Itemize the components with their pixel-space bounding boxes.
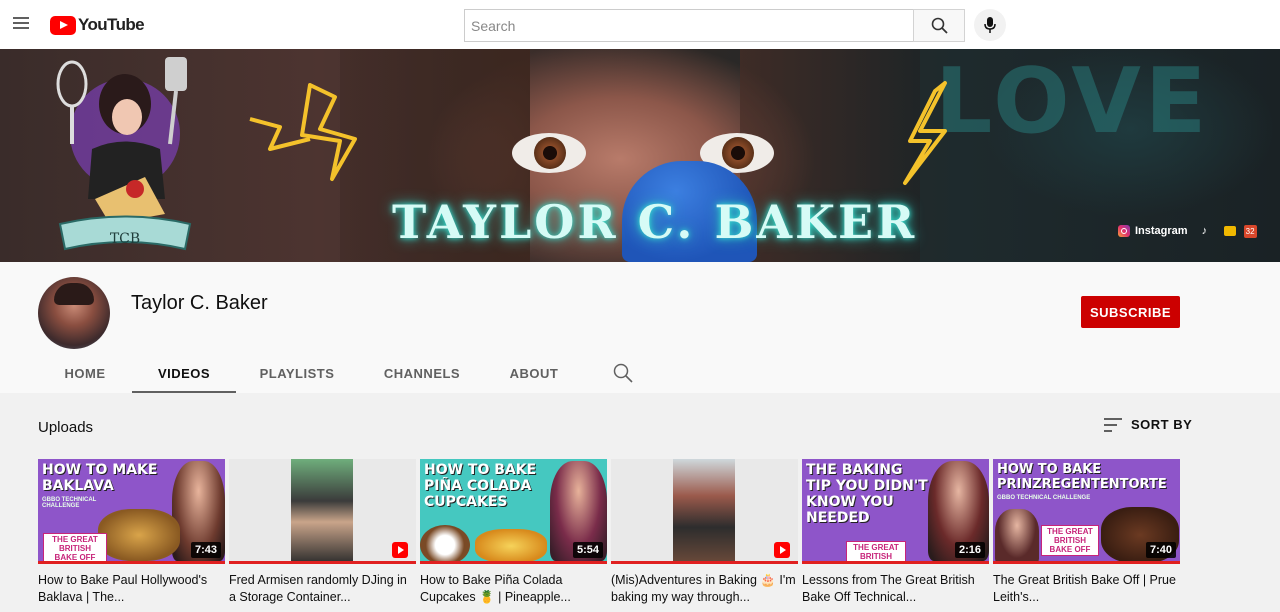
thumbnail-person [291,459,353,564]
sort-by-label: SORT BY [1131,417,1193,432]
voice-search-button[interactable] [974,9,1006,41]
tab-videos[interactable]: VIDEOS [132,354,236,393]
instagram-label: Instagram [1135,225,1188,237]
search-icon [931,17,948,34]
video-duration: 7:40 [1145,542,1176,558]
social-links: Instagram ♪ 32 [1118,222,1257,240]
video-thumbnail[interactable] [229,459,416,564]
youtube-logo-text: YouTube [78,15,145,34]
thumbnail-text: HOW TO BAKE PIÑA COLADA CUPCAKES [424,462,537,510]
channel-search-icon[interactable] [612,362,634,384]
search-box [464,9,914,42]
uploads-title[interactable]: Uploads [38,419,93,436]
watch-progress-bar [993,561,1180,564]
channel-tabs: HOME VIDEOS PLAYLISTS CHANNELS ABOUT [38,354,582,393]
uploads-section: Uploads SORT BY HOW TO MAKE BAKLAVA GBBO… [0,393,1280,612]
thumbnail-subtext: GBBO TECHNICAL CHALLENGE [997,495,1091,501]
watch-progress-bar [420,561,607,564]
sort-by-button[interactable]: SORT BY [1104,417,1192,432]
video-thumbnail[interactable]: HOW TO BAKE PIÑA COLADA CUPCAKES 5:54 [420,459,607,564]
video-duration: 5:54 [572,542,603,558]
video-title[interactable]: How to Bake Piña Colada Cupcakes 🍍 | Pin… [420,572,607,606]
video-card[interactable]: HOW TO MAKE BAKLAVA GBBO TECHNICAL CHALL… [38,459,225,606]
thumbnail-subtext: GBBO TECHNICAL CHALLENGE [42,497,97,509]
watch-progress-bar [229,561,416,564]
thumbnail-text: HOW TO BAKE PRINZREGENTENTORTE [997,462,1167,492]
tiktok-icon[interactable]: ♪ [1202,225,1214,237]
video-title[interactable]: How to Bake Paul Hollywood's Baklava | T… [38,572,225,606]
tab-about[interactable]: ABOUT [486,354,582,393]
microphone-icon [984,17,996,33]
search-input[interactable] [465,10,914,41]
thumbnail-person [995,509,1039,564]
store-link-icon[interactable] [1223,226,1236,236]
video-duration: 7:43 [190,542,221,558]
thumbnail-person [673,459,735,564]
video-duration: 2:16 [954,542,985,558]
lightning-bolt-icon [903,81,947,185]
video-title[interactable]: (Mis)Adventures in Baking 🎂 I'm baking m… [611,572,798,606]
banner-eye-left [512,133,586,173]
thumbnail-coconut [420,525,470,564]
instagram-icon [1118,225,1130,237]
video-title[interactable]: The Great British Bake Off | Prue Leith'… [993,572,1180,606]
banner-channel-title: TAYLOR C. BAKER [392,195,918,249]
video-card[interactable]: Fred Armisen randomly DJing in a Storage… [229,459,416,606]
video-card[interactable]: HOW TO BAKE PIÑA COLADA CUPCAKES 5:54 Ho… [420,459,607,606]
channel-banner: LOVE TCB TAYLOR C. BAKER [0,49,1280,262]
watch-progress-bar [802,561,989,564]
channel-avatar[interactable] [38,277,110,349]
watch-progress-bar [38,561,225,564]
shorts-icon [392,542,408,558]
video-thumbnail[interactable]: THE BAKING TIP YOU DIDN'T KNOW YOU NEEDE… [802,459,989,564]
shorts-icon [774,542,790,558]
gbbo-badge: THE GREAT BRITISH BAKE OFF [1041,525,1099,556]
subscribe-button[interactable]: SUBSCRIBE [1081,296,1180,328]
tab-channels[interactable]: CHANNELS [358,354,486,393]
thumbnail-cupcakes [475,529,547,563]
video-title[interactable]: Lessons from The Great British Bake Off … [802,572,989,606]
sort-icon [1104,417,1122,432]
tcb-logo-badge: TCB [110,231,140,247]
video-card[interactable]: HOW TO BAKE PRINZREGENTENTORTE GBBO TECH… [993,459,1180,606]
tab-playlists[interactable]: PLAYLISTS [236,354,358,393]
hamburger-menu-icon[interactable] [10,14,32,36]
video-card[interactable]: (Mis)Adventures in Baking 🎂 I'm baking m… [611,459,798,606]
thumbnail-text: THE BAKING TIP YOU DIDN'T KNOW YOU NEEDE… [806,462,928,526]
video-card[interactable]: THE BAKING TIP YOU DIDN'T KNOW YOU NEEDE… [802,459,989,606]
video-thumbnail[interactable]: HOW TO MAKE BAKLAVA GBBO TECHNICAL CHALL… [38,459,225,564]
instagram-link[interactable]: Instagram [1118,225,1188,237]
watch-progress-bar [611,561,798,564]
thumbnail-text: HOW TO MAKE BAKLAVA [42,462,158,494]
channel-header: Taylor C. Baker SUBSCRIBE HOME VIDEOS PL… [0,262,1280,393]
video-thumbnail[interactable]: HOW TO BAKE PRINZREGENTENTORTE GBBO TECH… [993,459,1180,564]
tcb-channel-logo: TCB [56,57,192,251]
lightning-bolt-icon [249,83,357,181]
youtube-logo[interactable]: YouTube [50,14,145,36]
video-title[interactable]: Fred Armisen randomly DJing in a Storage… [229,572,416,606]
masthead: YouTube [0,0,1280,50]
video-thumbnail[interactable] [611,459,798,564]
thumbnail-baklava [98,509,180,561]
youtube-play-icon [50,15,76,35]
extra-link-icon[interactable]: 32 [1243,224,1257,238]
search-button[interactable] [913,9,965,42]
channel-name: Taylor C. Baker [131,292,268,314]
gbbo-badge: THE GREAT BRITISH BAKE OFF [43,533,107,564]
tab-home[interactable]: HOME [38,354,132,393]
